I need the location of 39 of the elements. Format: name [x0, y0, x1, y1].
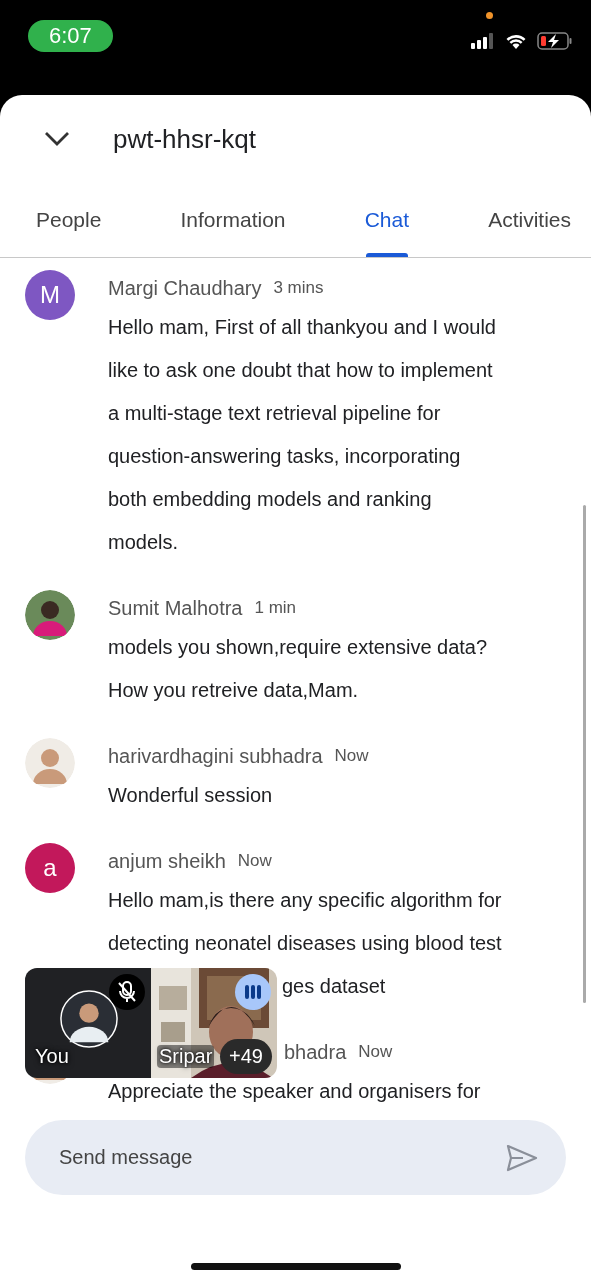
avatar: M: [25, 270, 75, 320]
collapse-icon[interactable]: [44, 131, 70, 147]
message-text: models you shown,require extensive data? How you retreive data,Mam.: [108, 635, 488, 703]
mic-off-icon: [109, 974, 145, 1010]
battery-icon: [537, 32, 573, 50]
participant-tile[interactable]: Sripar +49: [151, 968, 277, 1078]
message-text: Hello mam, First of all thankyou and I would like to ask one doubt that how to implement a multi-stage text retrieval pipeline for question-answering tasks, incorporating both embedding models and ranking models.: [108, 315, 496, 555]
participant-tile[interactable]: You: [25, 968, 151, 1078]
audio-level-icon: [235, 974, 271, 1010]
signal-icon: [471, 33, 495, 49]
sender-name: Margi Chaudhary: [108, 276, 262, 300]
message-time: 1 min: [254, 598, 297, 618]
avatar: [25, 738, 75, 788]
message-time: 3 mins: [273, 278, 324, 298]
tab[interactable]: People: [22, 183, 116, 257]
privacy-dot-icon: [486, 12, 493, 19]
message-text: ges dataset: [282, 974, 386, 999]
avatar: [60, 990, 118, 1048]
message-time: Now: [358, 1042, 393, 1062]
tab[interactable]: Chat: [350, 183, 424, 257]
sender-name: anjum sheikh: [108, 849, 226, 873]
sender-name: bhadra: [284, 1040, 347, 1064]
wifi-icon: [504, 32, 528, 50]
status-time: 6:07: [28, 20, 113, 52]
tab[interactable]: Activities: [474, 183, 585, 257]
message-time: Now: [334, 746, 369, 766]
sender-name: Sumit Malhotra: [108, 596, 243, 620]
message-text: Appreciate the speaker and organisers for: [108, 1079, 481, 1104]
avatar: a: [25, 843, 75, 893]
sender-name: harivardhagini subhadra: [108, 744, 323, 768]
meeting-code: pwt-hhsr-kqt: [113, 123, 257, 155]
participant-name: You: [35, 1045, 69, 1068]
avatar: [25, 590, 75, 640]
message-time: Now: [237, 851, 272, 871]
tab[interactable]: Information: [166, 183, 300, 257]
scrollbar[interactable]: [583, 505, 586, 1003]
send-icon[interactable]: [506, 1144, 538, 1172]
message-field[interactable]: Send message: [25, 1120, 566, 1195]
message-text: Wonderful session: [108, 783, 273, 808]
